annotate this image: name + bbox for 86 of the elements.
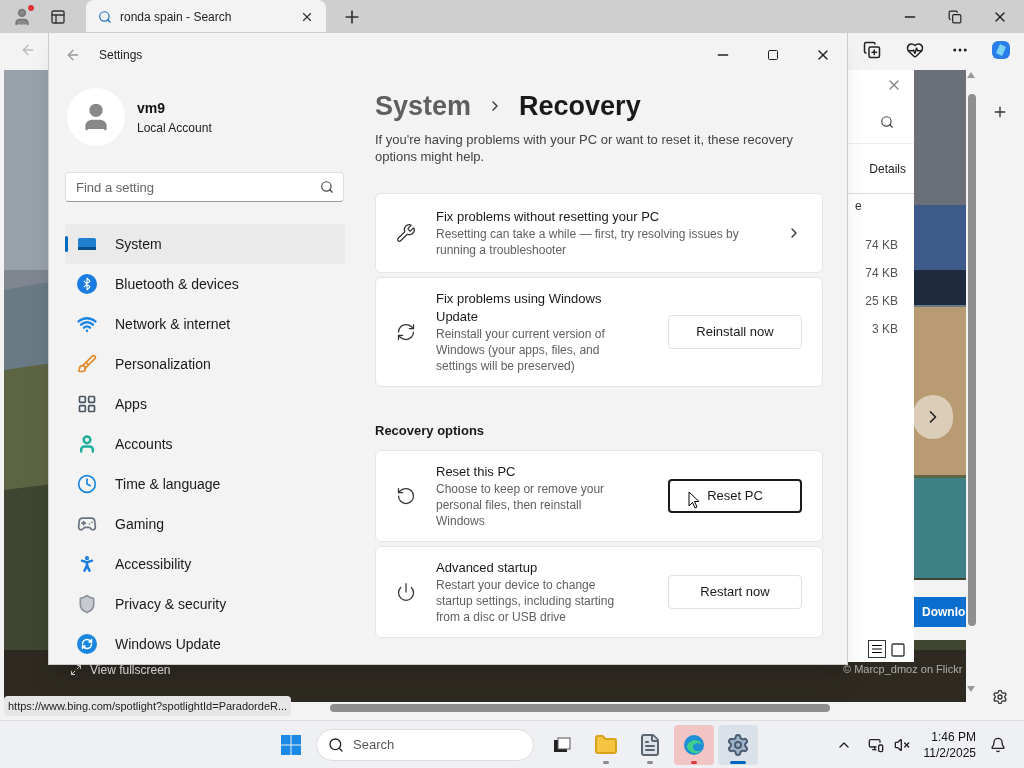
photo-credit: © Marcp_dmoz on Flickr: [843, 662, 963, 677]
section-title: Recovery options: [375, 421, 486, 440]
notification-icon[interactable]: [990, 736, 1006, 753]
monitor-icon: [77, 236, 97, 252]
cursor-icon: [688, 491, 700, 509]
nav-item[interactable]: Accounts: [65, 424, 345, 464]
view-fullscreen-link[interactable]: View fullscreen: [90, 661, 171, 679]
page-title: Recovery: [519, 90, 641, 123]
file-size: 3 KB: [872, 321, 898, 338]
taskbar-search-field[interactable]: Search: [316, 728, 534, 761]
settings-search-field[interactable]: Find a setting: [65, 172, 344, 202]
maximize-button[interactable]: [767, 48, 779, 61]
reset-icon: [396, 486, 416, 506]
nav-item[interactable]: Apps: [65, 384, 345, 424]
card-title: Reset this PC: [436, 463, 517, 481]
apps-icon: [77, 394, 97, 414]
card-title: Fix problems using Windows Update: [436, 289, 603, 326]
nav-item[interactable]: System: [65, 224, 345, 264]
nav-item[interactable]: Time & language: [65, 464, 345, 504]
intro-text: If you're having problems with your PC or want to reset it, these recovery options might help.: [375, 130, 794, 165]
profile-icon[interactable]: [12, 6, 32, 27]
power-icon: [396, 582, 416, 602]
wifi-icon: [77, 314, 97, 334]
shield-icon: [77, 594, 97, 614]
selection-indicator: [65, 236, 68, 252]
card-title: Advanced startup: [436, 559, 539, 577]
card-description: Reinstall your current version of Windows (your apps, files, and settings will be preserved): [436, 325, 606, 374]
clock[interactable]: 1:46 PM 11/2/2025: [923, 728, 976, 761]
copilot-icon[interactable]: [990, 39, 1012, 61]
tile-view-button[interactable]: [890, 642, 906, 658]
expand-icon: [70, 664, 82, 676]
search-icon[interactable]: [880, 114, 894, 129]
update-icon: [77, 634, 97, 654]
card-description: Restart your device to change startup settings, including starting from a disc or USB drive: [436, 577, 616, 625]
restore-button[interactable]: [948, 9, 962, 24]
scroll-up-icon: [967, 72, 975, 78]
action-button[interactable]: Reinstall now: [668, 314, 802, 349]
person-icon: [77, 434, 97, 454]
file-size: 74 KB: [865, 265, 898, 282]
search-icon: [328, 736, 344, 753]
status-url: https://www.bing.com/spotlight?spotlightId=ParadordeR...: [4, 696, 292, 716]
task-view-icon[interactable]: [552, 734, 572, 755]
settings-icon[interactable]: [992, 689, 1008, 705]
document-icon[interactable]: [638, 732, 662, 757]
nav-item[interactable]: Privacy & security: [65, 584, 345, 624]
nav-item[interactable]: Accessibility: [65, 544, 345, 584]
network-icon[interactable]: [867, 736, 884, 753]
nav-item[interactable]: Gaming: [65, 504, 345, 544]
taskbar-app-button[interactable]: [718, 724, 758, 765]
wrench-icon: [396, 222, 416, 243]
nav-item[interactable]: Network & internet: [65, 304, 345, 344]
list-view-button[interactable]: [868, 640, 886, 658]
column-heading: e: [855, 198, 862, 215]
volume-muted-icon[interactable]: [893, 736, 910, 753]
download-button[interactable]: Downlo: [914, 597, 966, 627]
window-title: Settings: [99, 46, 143, 64]
tab-actions-icon[interactable]: [50, 8, 66, 25]
file-size: 25 KB: [865, 293, 898, 310]
collections-icon[interactable]: [863, 41, 881, 59]
search-icon: [98, 9, 112, 24]
refresh-icon: [396, 321, 416, 342]
account-name: vm9: [137, 98, 167, 118]
clock-icon: [77, 474, 97, 494]
breadcrumb-parent[interactable]: System: [375, 86, 472, 127]
gamepad-icon: [77, 514, 97, 534]
card-title: Fix problems without resetting your PC: [436, 207, 661, 226]
add-icon[interactable]: [992, 104, 1008, 120]
nav-item[interactable]: Windows Update: [65, 624, 345, 664]
file-size: 74 KB: [865, 237, 898, 254]
bluetooth-icon: [77, 274, 97, 294]
gear-icon[interactable]: [726, 732, 750, 757]
account-type: Local Account: [137, 119, 212, 137]
windows-start-icon[interactable]: [280, 733, 302, 756]
scroll-down-icon: [967, 686, 975, 692]
details-tab[interactable]: Details: [869, 159, 906, 178]
browser-essentials-icon[interactable]: [906, 41, 924, 59]
search-icon: [320, 180, 334, 194]
card-description: Resetting can take a while — first, try resolving issues by running a troubleshooter: [436, 225, 740, 258]
action-button[interactable]: Reset PC: [668, 479, 802, 513]
nav-item[interactable]: Bluetooth & devices: [65, 264, 345, 304]
next-image-button[interactable]: [913, 395, 953, 439]
nav-item[interactable]: Personalization: [65, 344, 345, 384]
action-button[interactable]: Restart now: [668, 575, 802, 609]
browser-tab[interactable]: ronda spain - Search: [86, 0, 326, 33]
brush-icon: [77, 354, 97, 374]
card-description: Choose to keep or remove your personal files, then reinstall Windows: [436, 481, 606, 529]
